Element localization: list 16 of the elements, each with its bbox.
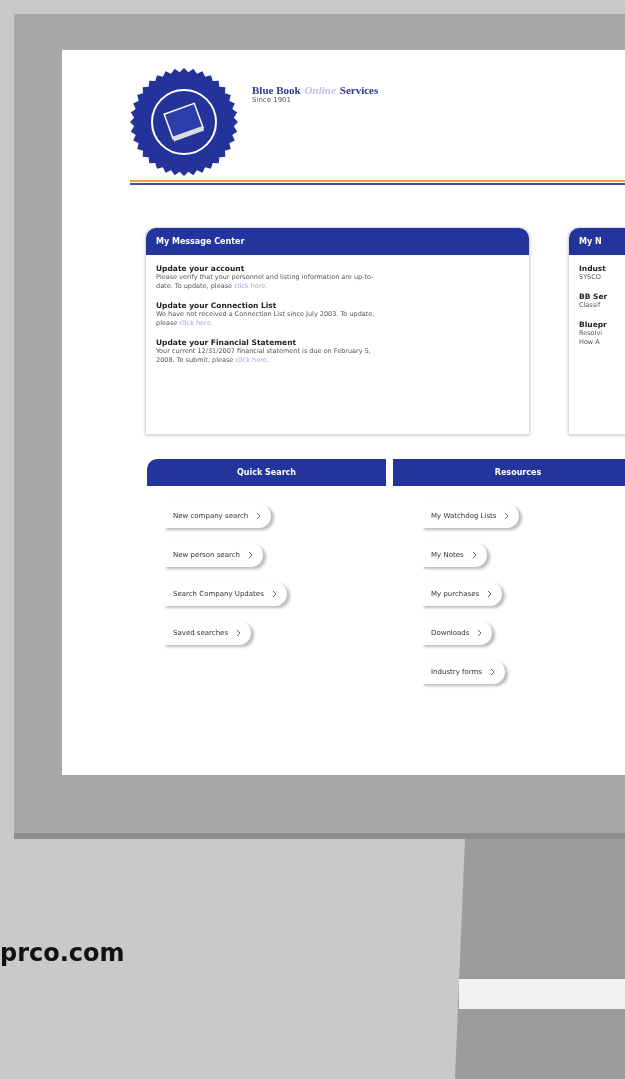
chevron-icon (471, 551, 477, 559)
panel-title: My N (569, 228, 625, 255)
chevron-icon (247, 551, 253, 559)
chevron-icon (490, 668, 495, 676)
chevron-icon (487, 590, 493, 598)
brand-title: Blue Book Online Services (252, 84, 379, 96)
chevron-icon (236, 629, 242, 637)
chevron-icon (271, 590, 277, 598)
panel-title: My Message Center (146, 228, 529, 255)
chevron-icon (256, 512, 262, 520)
chevron-icon (477, 629, 483, 637)
column-header: Quick Search (147, 459, 386, 486)
column-header: Resources (393, 459, 625, 486)
chevron-icon (504, 512, 510, 520)
caption-text: prco.com (0, 939, 125, 967)
seal-logo-icon (130, 68, 238, 176)
